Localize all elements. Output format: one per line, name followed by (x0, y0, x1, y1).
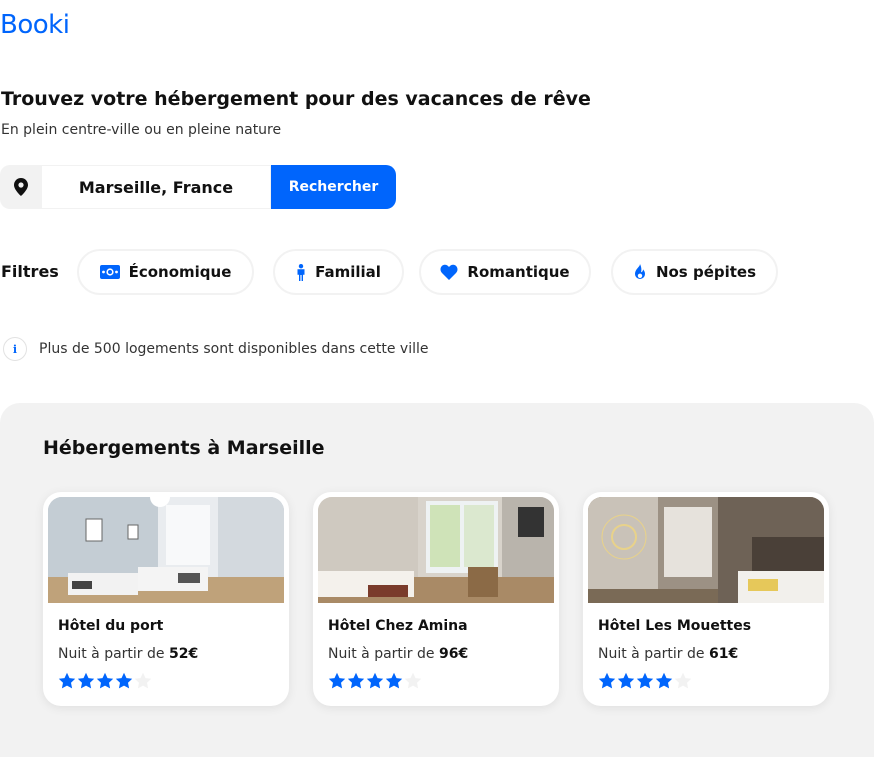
search-input[interactable]: Marseille, France (42, 165, 271, 209)
map-pin-icon (0, 165, 42, 209)
filter-label: Nos pépites (655, 263, 757, 281)
hotel-price: Nuit à partir de 61€ (598, 646, 739, 662)
money-icon (99, 265, 120, 279)
star-filled-icon (328, 672, 346, 689)
filter-romantique[interactable]: Romantique (419, 249, 591, 295)
filters-label: Filtres (1, 262, 59, 281)
filter-label: Familial (315, 263, 381, 281)
hotel-name: Hôtel Les Mouettes (598, 618, 752, 634)
star-filled-icon (385, 672, 403, 689)
hotel-name: Hôtel Chez Amina (328, 618, 468, 634)
info-icon: i (3, 337, 27, 361)
availability-info: i Plus de 500 logements sont disponibles… (3, 337, 428, 361)
star-filled-icon (347, 672, 365, 689)
page-subtitle: En plein centre-ville ou en pleine natur… (1, 122, 282, 138)
star-filled-icon (366, 672, 384, 689)
search-button[interactable]: Rechercher (271, 165, 396, 209)
hotel-card[interactable]: Hôtel du port Nuit à partir de 52€ (43, 492, 289, 706)
filter-label: Économique (128, 263, 232, 281)
fire-icon (633, 263, 647, 281)
hotel-name: Hôtel du port (58, 618, 164, 634)
heart-icon (440, 264, 458, 280)
person-icon (296, 263, 306, 281)
hotel-price: Nuit à partir de 96€ (328, 646, 469, 662)
availability-text: Plus de 500 logements sont disponibles d… (39, 341, 429, 357)
star-filled-icon (58, 672, 76, 689)
filter-economique[interactable]: Économique (77, 249, 254, 295)
star-filled-icon (636, 672, 654, 689)
filter-nos-pepites[interactable]: Nos pépites (611, 249, 778, 295)
star-empty-icon (404, 672, 422, 689)
star-filled-icon (598, 672, 616, 689)
listings-section: Hébergements à Marseille Hôtel du port N… (0, 403, 874, 757)
star-empty-icon (134, 672, 152, 689)
star-filled-icon (115, 672, 133, 689)
hotel-card[interactable]: Hôtel Les Mouettes Nuit à partir de 61€ (583, 492, 829, 706)
booki-logo[interactable]: Booki (0, 10, 70, 40)
hotel-photo (588, 497, 824, 603)
star-empty-icon (674, 672, 692, 689)
hotel-card[interactable]: Hôtel Chez Amina Nuit à partir de 96€ (313, 492, 559, 706)
search-bar: Marseille, France Rechercher (0, 165, 396, 209)
star-rating (328, 672, 422, 689)
listings-title: Hébergements à Marseille (43, 437, 325, 459)
filter-familial[interactable]: Familial (273, 249, 404, 295)
star-filled-icon (77, 672, 95, 689)
star-rating (58, 672, 152, 689)
star-rating (598, 672, 692, 689)
star-filled-icon (617, 672, 635, 689)
page-title: Trouvez votre hébergement pour des vacan… (1, 88, 591, 110)
hotel-photo (318, 497, 554, 603)
star-filled-icon (655, 672, 673, 689)
hotel-photo (48, 497, 284, 603)
filter-label: Romantique (467, 263, 570, 281)
hotel-price: Nuit à partir de 52€ (58, 646, 199, 662)
star-filled-icon (96, 672, 114, 689)
